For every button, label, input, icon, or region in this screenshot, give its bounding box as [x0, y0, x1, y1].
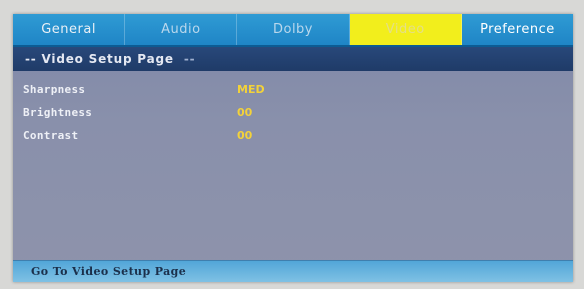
tab-preference[interactable]: Preference — [462, 14, 573, 45]
setting-value-sharpness[interactable]: MED — [237, 83, 265, 96]
setting-label-contrast: Contrast — [23, 129, 79, 142]
tab-video[interactable]: Video — [349, 14, 462, 45]
setting-label-sharpness: Sharpness — [23, 83, 86, 96]
page-title-tail: -- — [183, 52, 196, 66]
setting-value-contrast[interactable]: 00 — [237, 129, 252, 142]
page-title: -- Video Setup Page — [25, 52, 174, 66]
menu-tab-bar: General Audio Dolby Video Preference — [13, 14, 573, 47]
tab-dolby[interactable]: Dolby — [237, 14, 350, 45]
setting-row-brightness[interactable]: Brightness 00 — [13, 103, 573, 126]
page-title-bar: -- Video Setup Page -- — [13, 47, 573, 71]
settings-list: Sharpness MED Brightness 00 Contrast 00 — [13, 80, 573, 149]
setup-menu-panel: General Audio Dolby Video Preference -- … — [13, 14, 573, 282]
setting-row-contrast[interactable]: Contrast 00 — [13, 126, 573, 149]
setting-row-sharpness[interactable]: Sharpness MED — [13, 80, 573, 103]
tab-audio[interactable]: Audio — [125, 14, 238, 45]
status-text: Go To Video Setup Page — [31, 265, 187, 278]
status-bar: Go To Video Setup Page — [13, 260, 573, 282]
setting-value-brightness[interactable]: 00 — [237, 106, 252, 119]
setting-label-brightness: Brightness — [23, 106, 93, 119]
tab-general[interactable]: General — [13, 14, 126, 45]
tv-screen: General Audio Dolby Video Preference -- … — [0, 0, 584, 289]
